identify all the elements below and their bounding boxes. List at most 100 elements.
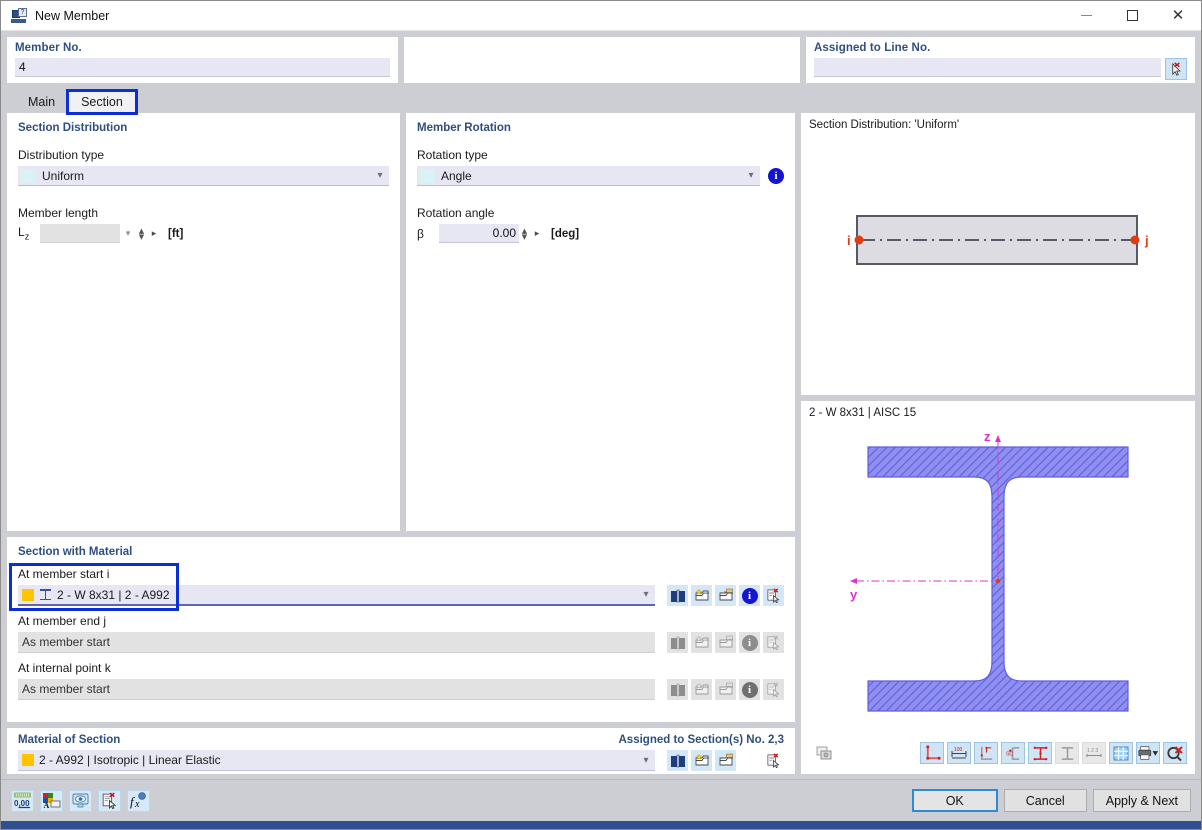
section-row-internal-k: At internal point k As member start i — [18, 661, 784, 700]
lz-symbol: Lz — [18, 225, 30, 242]
rotation-angle-stepper[interactable]: ▲ ▼ — [519, 227, 530, 240]
section-library-icon — [667, 679, 688, 700]
lz-stepper[interactable]: ▲ ▼ — [136, 227, 147, 240]
minimize-button[interactable] — [1063, 1, 1109, 31]
distribution-type-select[interactable]: Uniform ▾ — [18, 166, 389, 186]
node-i-label: i — [847, 233, 851, 248]
rotation-angle-label: Rotation angle — [417, 206, 495, 220]
close-button[interactable]: ✕ — [1155, 1, 1201, 31]
pick-section-icon — [763, 679, 784, 700]
section-internal-k-select[interactable]: As member start — [18, 679, 655, 700]
cancel-button[interactable]: Cancel — [1003, 789, 1087, 812]
edit-material-icon[interactable] — [715, 750, 736, 771]
right-column: Section Distribution: 'Uniform' i j 2 - … — [801, 113, 1195, 774]
member-no-input[interactable] — [15, 58, 390, 77]
material-of-section-panel: Material of Section Assigned to Section(… — [7, 728, 795, 774]
new-section-icon — [691, 679, 712, 700]
node-j-label: j — [1144, 233, 1149, 248]
pick-line-icon[interactable] — [1165, 58, 1187, 80]
member-no-card: Member No. — [7, 37, 398, 83]
distribution-preview-caption: Section Distribution: 'Uniform' — [809, 119, 960, 131]
visibility-icon[interactable] — [69, 789, 92, 812]
beta-symbol: β — [417, 226, 424, 241]
show-stress-points-icon[interactable] — [1028, 742, 1052, 764]
reset-view-icon[interactable] — [1163, 742, 1187, 764]
section-distribution-panel: Section Distribution Distribution type U… — [7, 113, 400, 531]
number-format-icon[interactable]: 0,00 — [11, 789, 34, 812]
member-length-label: Member length — [18, 206, 99, 220]
member-rotation-title: Member Rotation — [417, 122, 511, 134]
snapshot-icon[interactable] — [813, 742, 837, 764]
new-material-icon[interactable] — [691, 750, 712, 771]
show-corner-points-icon[interactable] — [920, 742, 944, 764]
show-shear-center-icon[interactable]: SC — [1001, 742, 1025, 764]
section-with-material-panel: Section with Material At member start i … — [7, 537, 795, 722]
pick-icon[interactable] — [98, 789, 121, 812]
info-icon[interactable]: i — [768, 168, 784, 184]
member-length-row: Lz ▾ ▲ ▼ ▸ [ft] — [18, 224, 389, 243]
axis-y-label: y — [850, 587, 858, 602]
show-part-numbers-icon[interactable]: 1 2 3 — [1082, 742, 1106, 764]
chevron-down-icon: ▾ — [377, 170, 383, 181]
rotation-angle-unit: [deg] — [551, 227, 580, 240]
svg-text:100: 100 — [954, 747, 963, 753]
rotation-angle-row: β 0.00 ▲ ▼ ▸ [deg] — [417, 224, 784, 243]
tab-section-label: Section — [81, 95, 123, 109]
section-preview-panel: 2 - W 8x31 | AISC 15 z y 100 SC 1 2 3 — [801, 401, 1195, 774]
info-icon[interactable]: i — [739, 585, 760, 606]
distribution-type-swatch — [21, 168, 36, 183]
tab-main[interactable]: Main — [15, 91, 68, 113]
apply-next-button-label: Apply & Next — [1105, 793, 1178, 808]
left-column: Section Distribution Distribution type U… — [7, 113, 795, 774]
section-end-j-value: As member start — [22, 635, 111, 649]
member-dialog-icon: ? — [11, 7, 27, 24]
window-controls: ✕ — [1063, 1, 1201, 31]
pick-section-icon — [763, 632, 784, 653]
material-select[interactable]: 2 - A992 | Isotropic | Linear Elastic ▾ — [18, 750, 655, 771]
dialog-footer: 0,00 A fx OK Cancel Apply & Next — [1, 779, 1201, 821]
svg-text:0,00: 0,00 — [14, 799, 30, 808]
new-member-dialog: ? New Member ✕ Member No. Assigned to Li… — [0, 0, 1202, 830]
show-section-outline-icon[interactable] — [1055, 742, 1079, 764]
section-end-j-select[interactable]: As member start — [18, 632, 655, 653]
pick-material-icon[interactable] — [763, 750, 784, 771]
section-start-i-select[interactable]: 2 - W 8x31 | 2 - A992 ▾ — [18, 585, 655, 606]
maximize-button[interactable] — [1109, 1, 1155, 31]
section-row-end-j: At member end j As member start i — [18, 614, 784, 653]
assigned-line-input[interactable] — [814, 58, 1161, 77]
distribution-type-value: Uniform — [42, 168, 85, 183]
svg-text:1 2 3: 1 2 3 — [1087, 748, 1098, 754]
show-grid-icon[interactable] — [1109, 742, 1133, 764]
svg-text:SC: SC — [1005, 751, 1012, 757]
top-panels-row: Section Distribution Distribution type U… — [7, 113, 795, 531]
material-library-icon[interactable] — [667, 750, 688, 771]
show-dimensions-icon[interactable]: 100 — [947, 742, 971, 764]
pick-section-icon[interactable] — [763, 585, 784, 606]
assigned-line-label: Assigned to Line No. — [814, 42, 931, 54]
chevron-down-icon: ▾ — [643, 754, 649, 766]
window-title: New Member — [35, 8, 110, 23]
cancel-button-label: Cancel — [1025, 793, 1065, 808]
print-icon[interactable] — [1136, 742, 1160, 764]
info-icon: i — [739, 632, 760, 653]
apply-next-button[interactable]: Apply & Next — [1092, 789, 1191, 812]
display-properties-icon[interactable]: A — [40, 789, 63, 812]
edit-section-icon[interactable] — [715, 585, 736, 606]
rotation-angle-expand-icon[interactable]: ▸ — [530, 229, 544, 239]
rotation-type-select[interactable]: Angle ▾ — [417, 166, 760, 186]
chevron-down-icon: ▾ — [748, 170, 754, 181]
lz-input[interactable] — [40, 224, 120, 243]
section-cross-section-graphic: z y — [850, 429, 1129, 712]
chevron-down-icon[interactable]: ▾ — [120, 229, 136, 239]
new-section-icon[interactable] — [691, 585, 712, 606]
formula-icon[interactable]: fx — [127, 789, 150, 812]
tab-section[interactable]: Section — [66, 89, 138, 115]
lz-expand-icon[interactable]: ▸ — [147, 229, 161, 239]
section-library-icon[interactable] — [667, 585, 688, 606]
ok-button[interactable]: OK — [911, 789, 998, 812]
tab-main-label: Main — [28, 95, 56, 109]
show-local-axes-icon[interactable] — [974, 742, 998, 764]
rotation-angle-input[interactable]: 0.00 — [439, 224, 519, 243]
material-of-section-title: Material of Section — [18, 734, 121, 746]
assigned-line-card: Assigned to Line No. — [806, 37, 1195, 83]
